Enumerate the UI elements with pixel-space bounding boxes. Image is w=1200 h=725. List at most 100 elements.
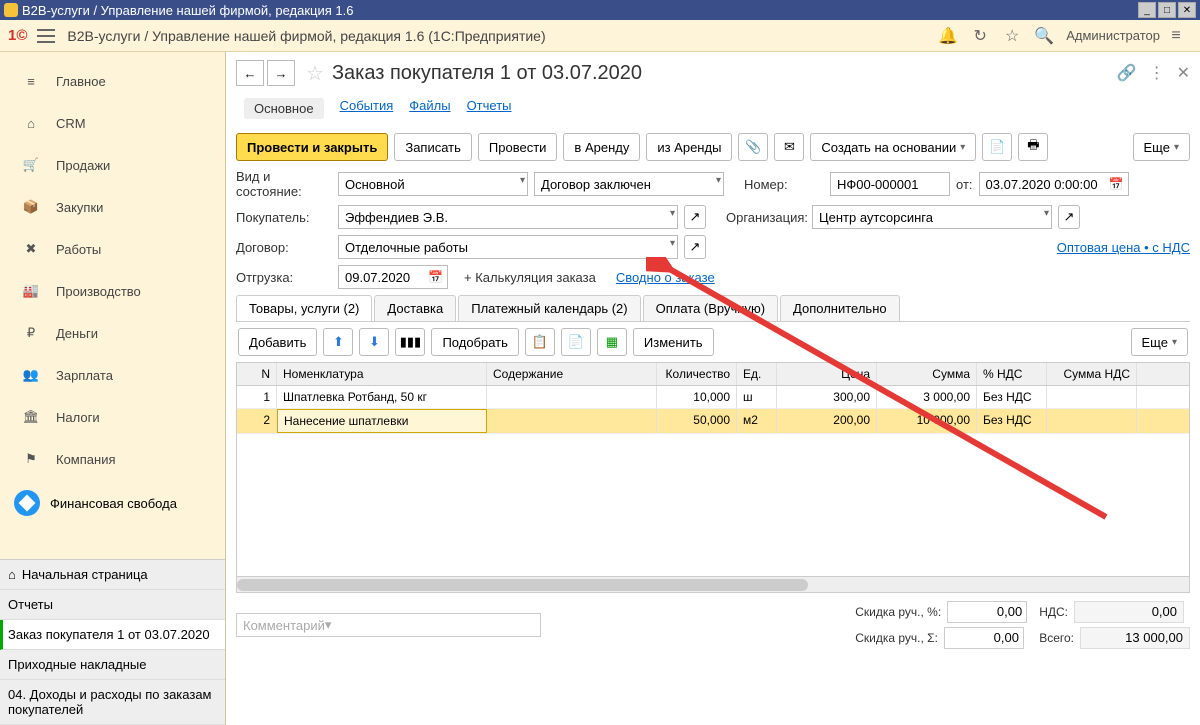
doc-tab-2[interactable]: Файлы [409, 98, 450, 119]
sidebar-item-5[interactable]: 🏭Производство [0, 270, 225, 312]
open-item-2[interactable]: Заказ покупателя 1 от 03.07.2020 [0, 620, 225, 650]
comment-input[interactable]: Комментарий ▾ [236, 613, 541, 637]
sidebar-item-8[interactable]: 🏛Налоги [0, 396, 225, 438]
date-input[interactable]: 03.07.2020 0:00:00📅 [979, 172, 1129, 196]
print-icon[interactable]: 🖶 [1018, 133, 1048, 161]
contract-label: Договор: [236, 240, 332, 255]
more-vertical-icon[interactable]: ⋮ [1149, 63, 1165, 83]
minimize-button[interactable]: _ [1138, 2, 1156, 18]
col-header[interactable]: Ед. [737, 363, 777, 385]
open-item-1[interactable]: Отчеты [0, 590, 225, 620]
table-row[interactable]: 2Нанесение шпатлевки50,000м2200,0010 000… [237, 409, 1189, 434]
window-title: В2В-услуги / Управление нашей фирмой, ре… [22, 3, 353, 18]
col-header[interactable]: Количество [657, 363, 737, 385]
content-area: ← → ☆ Заказ покупателя 1 от 03.07.2020 🔗… [226, 52, 1200, 725]
grid-icon[interactable]: ▦ [597, 328, 627, 356]
write-button[interactable]: Записать [394, 133, 472, 161]
sidebar-item-2[interactable]: 🛒Продажи [0, 144, 225, 186]
menu-icon[interactable] [37, 29, 55, 43]
close-button[interactable]: ✕ [1178, 2, 1196, 18]
bell-icon[interactable]: 🔔 [938, 26, 958, 46]
calc-label[interactable]: + Калькуляция заказа [464, 270, 596, 285]
link-icon[interactable]: 🔗 [1117, 63, 1137, 83]
sidebar-item-3[interactable]: 📦Закупки [0, 186, 225, 228]
sidebar-item-0[interactable]: ≡Главное [0, 60, 225, 102]
discount-pct-input[interactable]: 0,00 [947, 601, 1027, 623]
contract-open-icon[interactable]: ↗ [684, 235, 706, 259]
number-input[interactable]: НФ00-000001 [830, 172, 950, 196]
col-header[interactable]: Сумма НДС [1047, 363, 1137, 385]
maximize-button[interactable]: □ [1158, 2, 1176, 18]
sidebar-item-1[interactable]: ⌂CRM [0, 102, 225, 144]
barcode-icon[interactable]: ▮▮▮ [395, 328, 425, 356]
mail-icon[interactable]: ✉ [774, 133, 804, 161]
sidebar-item-6[interactable]: ₽Деньги [0, 312, 225, 354]
doc-tab-1[interactable]: События [340, 98, 394, 119]
sidebar: ≡Главное⌂CRM🛒Продажи📦Закупки✖Работы🏭Прои… [0, 52, 226, 725]
inner-tab-2[interactable]: Платежный календарь (2) [458, 295, 640, 321]
forward-button[interactable]: → [267, 60, 295, 86]
copy-icon[interactable]: 📄 [982, 133, 1012, 161]
price-type-link[interactable]: Оптовая цена • с НДС [1057, 240, 1190, 255]
attach-icon[interactable]: 📎 [738, 133, 768, 161]
settings-icon[interactable]: ≡ [1166, 26, 1186, 46]
org-open-icon[interactable]: ↗ [1058, 205, 1080, 229]
inner-tab-1[interactable]: Доставка [374, 295, 456, 321]
doc-tab-3[interactable]: Отчеты [467, 98, 512, 119]
calendar-icon[interactable]: 📅 [428, 270, 443, 284]
paste-rows-icon[interactable]: 📄 [561, 328, 591, 356]
table-row[interactable]: 1Шпатлевка Ротбанд, 50 кг10,000ш300,003 … [237, 386, 1189, 409]
from-rent-button[interactable]: из Аренды [646, 133, 732, 161]
contract-input[interactable]: Отделочные работы▾ [338, 235, 678, 259]
history-icon[interactable]: ↻ [970, 26, 990, 46]
star-icon[interactable]: ☆ [1002, 26, 1022, 46]
inner-tab-3[interactable]: Оплата (Вручную) [643, 295, 778, 321]
buyer-open-icon[interactable]: ↗ [684, 205, 706, 229]
col-header[interactable]: Номенклатура [277, 363, 487, 385]
back-button[interactable]: ← [236, 60, 264, 86]
col-header[interactable]: Содержание [487, 363, 657, 385]
sidebar-item-4[interactable]: ✖Работы [0, 228, 225, 270]
calendar-icon[interactable]: 📅 [1109, 177, 1124, 191]
add-row-button[interactable]: Добавить [238, 328, 317, 356]
items-table: NНоменклатураСодержаниеКоличествоЕд.Цена… [236, 362, 1190, 593]
horizontal-scrollbar[interactable] [237, 576, 1189, 592]
order-summary-link[interactable]: Сводно о заказе [616, 270, 715, 285]
nav-icon: ⚑ [22, 451, 40, 467]
create-based-on-button[interactable]: Создать на основании [810, 133, 976, 161]
state-input[interactable]: Договор заключен▾ [534, 172, 724, 196]
open-item-3[interactable]: Приходные накладные [0, 650, 225, 680]
post-button[interactable]: Провести [478, 133, 558, 161]
col-header[interactable]: Цена [777, 363, 877, 385]
sidebar-item-7[interactable]: 👥Зарплата [0, 354, 225, 396]
open-item-4[interactable]: 04. Доходы и расходы по заказам покупате… [0, 680, 225, 725]
sidebar-item-9[interactable]: ⚑Компания [0, 438, 225, 480]
copy-rows-icon[interactable]: 📋 [525, 328, 555, 356]
inner-tab-4[interactable]: Дополнительно [780, 295, 900, 321]
doc-tab-0[interactable]: Основное [244, 98, 324, 119]
table-more-button[interactable]: Еще [1131, 328, 1188, 356]
change-button[interactable]: Изменить [633, 328, 714, 356]
to-rent-button[interactable]: в Аренду [563, 133, 640, 161]
open-item-0[interactable]: ⌂Начальная страница [0, 560, 225, 590]
search-icon[interactable]: 🔍 [1034, 26, 1054, 46]
inner-tab-0[interactable]: Товары, услуги (2) [236, 295, 372, 321]
col-header[interactable]: N [237, 363, 277, 385]
close-document-button[interactable]: ✕ [1177, 63, 1190, 83]
col-header[interactable]: % НДС [977, 363, 1047, 385]
org-input[interactable]: Центр аутсорсинга▾ [812, 205, 1052, 229]
buyer-input[interactable]: Эффендиев Э.В.▾ [338, 205, 678, 229]
nds-total-label: НДС: [1039, 605, 1068, 619]
kind-input[interactable]: Основной▾ [338, 172, 528, 196]
favorite-star-icon[interactable]: ☆ [306, 61, 324, 86]
discount-sum-input[interactable]: 0,00 [944, 627, 1024, 649]
move-down-icon[interactable]: ⬇ [359, 328, 389, 356]
col-header[interactable]: Сумма [877, 363, 977, 385]
ship-date-input[interactable]: 09.07.2020📅 [338, 265, 448, 289]
user-label[interactable]: Администратор [1066, 28, 1160, 43]
move-up-icon[interactable]: ⬆ [323, 328, 353, 356]
pick-button[interactable]: Подобрать [431, 328, 518, 356]
post-and-close-button[interactable]: Провести и закрыть [236, 133, 388, 161]
sidebar-financial-freedom[interactable]: Финансовая свобода [0, 480, 225, 526]
more-button[interactable]: Еще [1133, 133, 1190, 161]
